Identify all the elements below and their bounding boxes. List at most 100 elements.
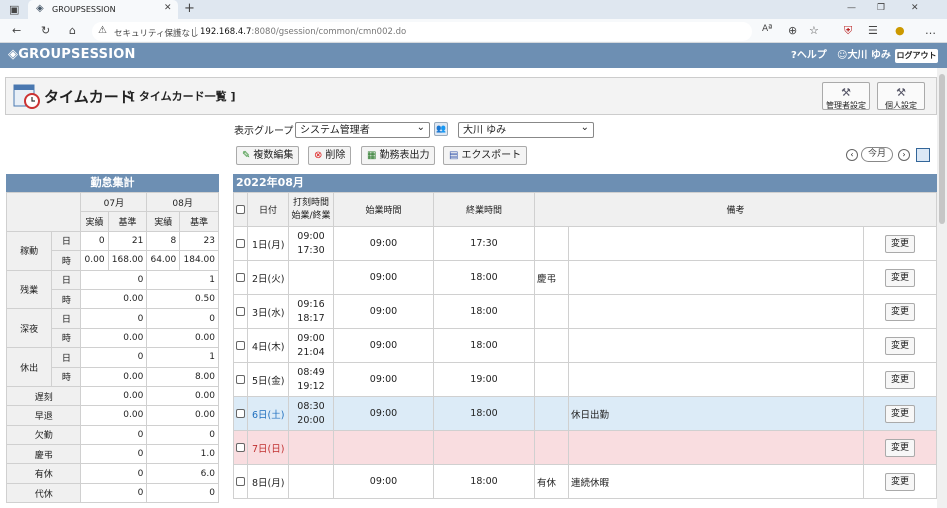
read-aloud-icon[interactable]: Aª xyxy=(762,25,772,34)
month-title: 2022年08月 xyxy=(233,174,937,192)
change-button[interactable]: 変更 xyxy=(885,472,915,491)
summary-value: 1.0 xyxy=(146,444,219,465)
row-checkbox[interactable] xyxy=(236,477,245,486)
change-button[interactable]: 変更 xyxy=(885,336,915,355)
group-select[interactable]: システム管理者 xyxy=(295,121,430,138)
user-select[interactable]: 大川 ゆみ xyxy=(458,121,594,138)
row-action-cell: 変更 xyxy=(863,464,937,499)
back-icon[interactable]: ← xyxy=(12,25,21,36)
summary-value: 0.00 xyxy=(80,366,148,387)
url-box[interactable]: ⚠ セキュリティ保護なし | 192.168.4.7:8080/gsession… xyxy=(92,22,752,41)
timecard-row: 5日(金) 08:49 19:12 09:00 19:00 変更 xyxy=(233,362,937,397)
extension-shield-icon[interactable]: ⛨ xyxy=(844,25,852,36)
summary-value: 0 xyxy=(146,308,219,329)
row-leave-type xyxy=(534,328,569,363)
row-select-cell xyxy=(233,396,248,431)
summary-group-label: 稼動 xyxy=(5,230,53,271)
favorites-list-icon[interactable]: ☰ xyxy=(868,25,878,36)
row-checkbox[interactable] xyxy=(236,341,245,350)
logout-button[interactable]: ログアウト xyxy=(895,49,938,63)
zoom-icon[interactable]: ⊕ xyxy=(788,25,797,36)
select-all-checkbox[interactable] xyxy=(236,204,245,214)
row-checkbox[interactable] xyxy=(236,375,245,384)
unit-label: 時 xyxy=(51,366,82,387)
row-checkbox[interactable] xyxy=(236,239,245,248)
help-link[interactable]: ?ヘルプ xyxy=(791,51,827,61)
delete-button[interactable]: ⊗ 削除 xyxy=(308,146,352,165)
page-subtitle: [ タイムカード一覧 ] xyxy=(130,90,236,103)
change-button[interactable]: 変更 xyxy=(885,302,915,321)
row-leave-type: 有休 xyxy=(534,464,569,499)
maximize-icon[interactable]: ❐ xyxy=(877,4,885,13)
row-note xyxy=(568,328,864,363)
summary-value: 8 xyxy=(146,230,181,252)
tools-icon: ⚒ xyxy=(896,86,906,99)
row-checkbox[interactable] xyxy=(236,273,245,282)
row-checkbox[interactable] xyxy=(236,307,245,316)
row-note xyxy=(568,226,864,261)
pencil-icon: ✎ xyxy=(242,150,251,161)
summary-title: 勤怠集計 xyxy=(6,174,219,192)
row-action-cell: 変更 xyxy=(863,260,937,295)
personal-settings-button[interactable]: ⚒ 個人設定 xyxy=(877,82,925,110)
export-button[interactable]: ▤ エクスポート xyxy=(443,146,528,165)
row-note: 休日出勤 xyxy=(568,396,864,431)
calendar-icon[interactable] xyxy=(916,148,930,162)
user-icon: ☺ xyxy=(837,50,848,61)
close-window-icon[interactable]: ✕ xyxy=(911,4,919,13)
next-month-icon[interactable]: › xyxy=(898,149,910,161)
row-date: 8日(月) xyxy=(247,464,289,499)
admin-settings-button[interactable]: ⚒ 管理者設定 xyxy=(822,82,870,110)
row-note xyxy=(568,260,864,295)
row-select-cell xyxy=(233,294,248,329)
refresh-icon[interactable]: ↻ xyxy=(41,25,50,36)
row-end xyxy=(433,430,535,465)
app-logo[interactable]: ◈GROUPSESSION xyxy=(8,47,136,62)
summary-group-label: 残業 xyxy=(5,269,53,310)
home-icon[interactable]: ⌂ xyxy=(69,25,76,36)
prev-month-icon[interactable]: ‹ xyxy=(846,149,858,161)
browser-menu-icon[interactable]: ▣ xyxy=(9,4,19,15)
attendance-output-button[interactable]: ▦ 勤務表出力 xyxy=(361,146,436,165)
bulk-edit-button[interactable]: ✎ 複数編集 xyxy=(236,146,300,165)
minimize-icon[interactable]: — xyxy=(847,4,856,13)
col-end: 終業時間 xyxy=(433,192,535,227)
summary-value: 8.00 xyxy=(146,366,219,387)
user-menu[interactable]: ☺大川 ゆみ xyxy=(837,51,891,61)
summary-value: 0 xyxy=(80,463,148,484)
row-end: 18:00 xyxy=(433,294,535,329)
favorite-icon[interactable]: ☆ xyxy=(809,25,819,36)
more-icon[interactable]: … xyxy=(925,25,936,36)
summary-value: 23 xyxy=(179,230,219,252)
summary-value: 0 xyxy=(80,424,148,446)
change-button[interactable]: 変更 xyxy=(885,268,915,287)
change-button[interactable]: 変更 xyxy=(885,438,915,457)
col-stamp: 打刻時間 始業/終業 xyxy=(288,192,334,227)
row-action-cell: 変更 xyxy=(863,362,937,397)
timecard-row: 6日(土) 08:30 20:00 09:00 18:00 休日出勤 変更 xyxy=(233,396,937,431)
row-checkbox[interactable] xyxy=(236,409,245,418)
row-checkbox[interactable] xyxy=(236,443,245,452)
site-favicon-icon: ◈ xyxy=(36,3,44,14)
browser-tab[interactable]: ◈ GROUPSESSION ✕ xyxy=(28,0,178,19)
scrollbar-thumb[interactable] xyxy=(939,74,945,224)
this-month-button[interactable]: 今月 xyxy=(861,147,893,162)
row-action-cell: 変更 xyxy=(863,396,937,431)
group-picker-icon[interactable]: 👥 xyxy=(434,122,448,136)
change-button[interactable]: 変更 xyxy=(885,234,915,253)
change-button[interactable]: 変更 xyxy=(885,370,915,389)
row-stamp: 09:00 17:30 xyxy=(288,226,334,261)
new-tab-icon[interactable]: + xyxy=(184,2,195,15)
close-tab-icon[interactable]: ✕ xyxy=(164,4,172,13)
row-end: 17:30 xyxy=(433,226,535,261)
change-button[interactable]: 変更 xyxy=(885,404,915,423)
profile-icon[interactable]: ● xyxy=(895,25,905,36)
col-standard: 基準 xyxy=(179,211,219,232)
security-label: セキュリティ保護なし xyxy=(114,29,199,39)
summary-value: 0.00 xyxy=(146,327,219,349)
row-start xyxy=(333,430,434,465)
row-end: 18:00 xyxy=(433,260,535,295)
stamp-out: 18:17 xyxy=(297,312,325,324)
unit-label: 日 xyxy=(51,347,82,368)
summary-value: 0 xyxy=(80,347,148,368)
